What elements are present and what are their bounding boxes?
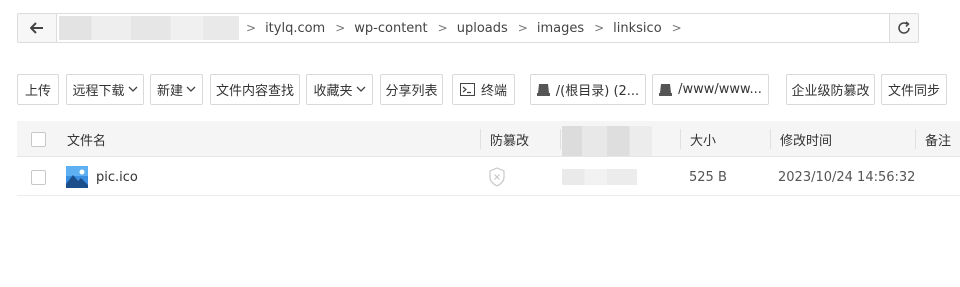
row-checkbox-cell[interactable] (31, 158, 46, 196)
chevron-right-icon: > (246, 21, 257, 35)
chevron-right-icon: > (594, 21, 605, 35)
favorites-button[interactable]: 收藏夹 (306, 74, 373, 105)
chevron-right-icon: > (517, 21, 528, 35)
tamper-proof-button[interactable]: 企业级防篡改 (786, 74, 875, 105)
disk-icon (536, 83, 550, 96)
image-file-icon (66, 166, 88, 188)
chevron-down-icon (128, 86, 137, 92)
breadcrumb: > itylq.com > wp-content > uploads > ima… (57, 14, 889, 42)
file-size: 525 B (689, 169, 727, 185)
column-header-tamper[interactable]: 防篡改 (490, 121, 529, 157)
redacted-column-header (562, 126, 652, 156)
breadcrumb-item[interactable]: > linksico (593, 21, 671, 36)
redacted-cell (562, 158, 637, 196)
share-list-button[interactable]: 分享列表 (380, 74, 443, 105)
column-header-size[interactable]: 大小 (690, 121, 716, 157)
file-table-header: 文件名 防篡改 大小 修改时间 备注 (17, 121, 960, 157)
back-button[interactable] (18, 14, 57, 42)
column-divider[interactable] (770, 129, 771, 149)
row-checkbox[interactable] (31, 169, 46, 185)
column-divider[interactable] (560, 129, 561, 149)
breadcrumb-item[interactable]: > wp-content (334, 21, 436, 36)
remote-download-button[interactable]: 远程下载 (66, 74, 144, 105)
breadcrumb-item[interactable]: > images (517, 21, 593, 36)
terminal-button[interactable]: 终端 (452, 74, 515, 105)
select-all-checkbox-cell[interactable] (31, 121, 46, 157)
table-row[interactable]: pic.ico 525 B 2023/10/24 14:56:32 (17, 158, 960, 196)
disk-root-button[interactable]: /(根目录) (2... (530, 74, 646, 105)
arrow-left-icon (30, 22, 43, 34)
file-modified-time: 2023/10/24 14:56:32 (778, 169, 916, 185)
chevron-down-icon (186, 86, 196, 92)
file-name[interactable]: pic.ico (96, 170, 138, 185)
toolbar: 上传 远程下载 新建 文件内容查找 收藏夹 分享列表 终端 /(根目录) (2.… (17, 74, 960, 105)
shield-off-icon[interactable] (488, 167, 506, 187)
address-bar: > itylq.com > wp-content > uploads > ima… (17, 13, 919, 43)
redacted-path-segment (59, 16, 239, 40)
disk-www-button[interactable]: /www/www... (652, 74, 769, 105)
breadcrumb-item[interactable]: > uploads (437, 21, 517, 36)
terminal-icon (459, 83, 475, 96)
chevron-down-icon (356, 86, 365, 92)
tamper-status-cell[interactable] (488, 158, 506, 196)
column-header-remark[interactable]: 备注 (925, 121, 951, 157)
column-divider[interactable] (680, 129, 681, 149)
chevron-right-icon[interactable]: > (672, 21, 682, 35)
breadcrumb-end[interactable]: > (671, 21, 691, 35)
column-divider[interactable] (915, 129, 916, 149)
column-header-modified[interactable]: 修改时间 (780, 121, 832, 157)
content-search-button[interactable]: 文件内容查找 (210, 74, 300, 105)
upload-button[interactable]: 上传 (17, 74, 59, 105)
file-name-cell[interactable]: pic.ico (66, 158, 138, 196)
refresh-button[interactable] (889, 14, 918, 42)
column-header-name[interactable]: 文件名 (67, 121, 106, 157)
new-button[interactable]: 新建 (150, 74, 203, 105)
disk-icon (659, 83, 673, 96)
chevron-right-icon: > (437, 21, 448, 35)
select-all-checkbox[interactable] (31, 131, 46, 147)
file-sync-button[interactable]: 文件同步 (881, 74, 947, 105)
breadcrumb-item[interactable]: > itylq.com (245, 21, 334, 36)
chevron-right-icon: > (335, 21, 346, 35)
refresh-icon (898, 21, 910, 34)
column-divider[interactable] (480, 129, 481, 149)
